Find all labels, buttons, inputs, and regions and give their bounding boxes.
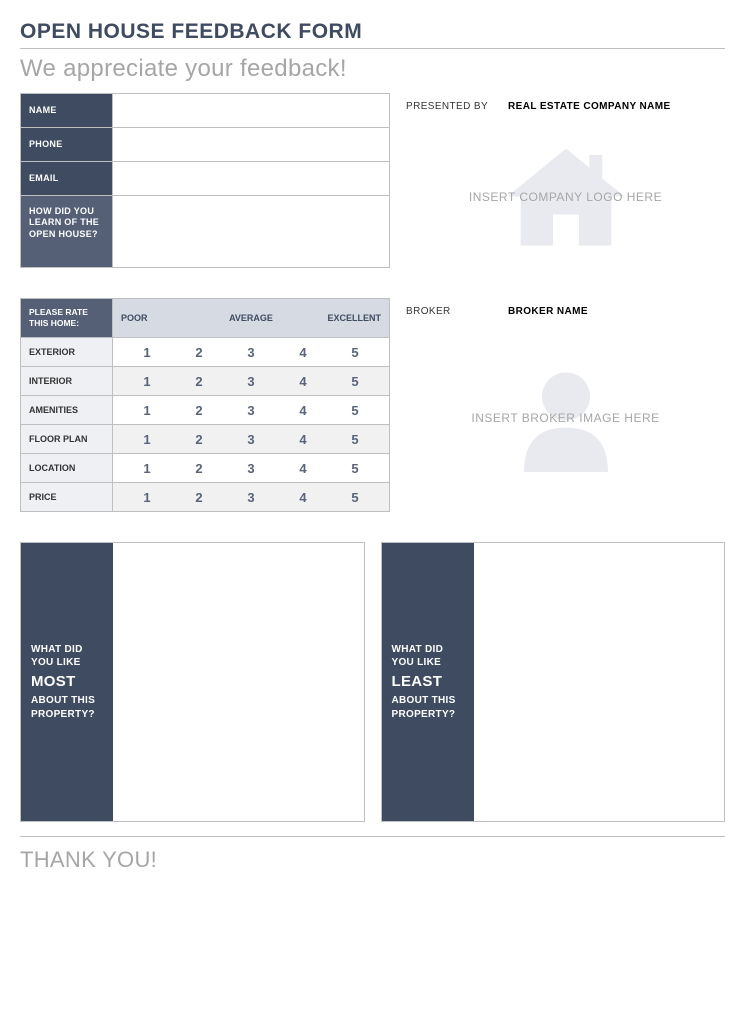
- rating-number[interactable]: 1: [121, 461, 173, 476]
- rating-number[interactable]: 1: [121, 403, 173, 418]
- least-line4: PROPERTY?: [392, 708, 464, 722]
- least-line1: WHAT DID: [392, 643, 464, 657]
- rating-number[interactable]: 2: [173, 345, 225, 360]
- scale-average: AVERAGE: [208, 313, 295, 323]
- phone-input[interactable]: [113, 128, 390, 162]
- least-liked-input[interactable]: [474, 543, 725, 821]
- how-learn-label: HOW DID YOU LEARN OF THE OPEN HOUSE?: [21, 196, 113, 268]
- rating-table: PLEASE RATE THIS HOME: POOR AVERAGE EXCE…: [20, 298, 390, 512]
- least-big: LEAST: [392, 672, 464, 692]
- name-input[interactable]: [113, 94, 390, 128]
- company-section: PRESENTED BY REAL ESTATE COMPANY NAME IN…: [406, 93, 725, 268]
- most-big: MOST: [31, 672, 103, 692]
- most-liked-input[interactable]: [113, 543, 364, 821]
- name-label: NAME: [21, 94, 113, 128]
- rating-number[interactable]: 3: [225, 403, 277, 418]
- most-line3: ABOUT THIS: [31, 694, 103, 708]
- company-logo-placeholder: INSERT COMPANY LOGO HERE: [406, 132, 725, 262]
- rating-number[interactable]: 2: [173, 490, 225, 505]
- rating-number[interactable]: 1: [121, 490, 173, 505]
- rating-number[interactable]: 3: [225, 490, 277, 505]
- email-label: EMAIL: [21, 162, 113, 196]
- rating-number[interactable]: 3: [225, 374, 277, 389]
- rating-number[interactable]: 1: [121, 345, 173, 360]
- rating-row-label: LOCATION: [21, 454, 113, 483]
- rating-number[interactable]: 5: [329, 432, 381, 447]
- rating-number[interactable]: 5: [329, 461, 381, 476]
- rating-number[interactable]: 4: [277, 490, 329, 505]
- broker-label: BROKER: [406, 306, 496, 317]
- how-learn-input[interactable]: [113, 196, 390, 268]
- rating-number[interactable]: 2: [173, 403, 225, 418]
- rating-row-label: FLOOR PLAN: [21, 425, 113, 454]
- rating-number[interactable]: 3: [225, 345, 277, 360]
- rating-number[interactable]: 2: [173, 374, 225, 389]
- rating-row-label: PRICE: [21, 483, 113, 512]
- broker-image-text: INSERT BROKER IMAGE HERE: [471, 411, 659, 425]
- least-liked-label: WHAT DID YOU LIKE LEAST ABOUT THIS PROPE…: [382, 543, 474, 821]
- rating-number[interactable]: 4: [277, 345, 329, 360]
- scale-poor: POOR: [121, 313, 208, 323]
- broker-section: BROKER BROKER NAME INSERT BROKER IMAGE H…: [406, 298, 725, 512]
- rating-row-values[interactable]: 12345: [113, 425, 390, 454]
- rating-number[interactable]: 1: [121, 374, 173, 389]
- most-liked-label: WHAT DID YOU LIKE MOST ABOUT THIS PROPER…: [21, 543, 113, 821]
- company-logo-text: INSERT COMPANY LOGO HERE: [469, 190, 662, 204]
- rating-row-values[interactable]: 12345: [113, 338, 390, 367]
- rating-row-values[interactable]: 12345: [113, 396, 390, 425]
- rating-number[interactable]: 3: [225, 461, 277, 476]
- presented-by-label: PRESENTED BY: [406, 101, 496, 112]
- broker-image-placeholder: INSERT BROKER IMAGE HERE: [406, 343, 725, 493]
- page-title: OPEN HOUSE FEEDBACK FORM: [20, 20, 725, 44]
- broker-value: BROKER NAME: [508, 306, 588, 317]
- most-line1: WHAT DID: [31, 643, 103, 657]
- rating-number[interactable]: 5: [329, 403, 381, 418]
- rating-row-label: INTERIOR: [21, 367, 113, 396]
- most-liked-box: WHAT DID YOU LIKE MOST ABOUT THIS PROPER…: [20, 542, 365, 822]
- rating-number[interactable]: 4: [277, 432, 329, 447]
- rating-row-label: EXTERIOR: [21, 338, 113, 367]
- most-line2: YOU LIKE: [31, 656, 103, 670]
- appreciate-subtitle: We appreciate your feedback!: [20, 49, 725, 93]
- rating-scale-header: POOR AVERAGE EXCELLENT: [113, 299, 390, 338]
- rating-number[interactable]: 5: [329, 345, 381, 360]
- scale-excellent: EXCELLENT: [294, 313, 381, 323]
- rating-number[interactable]: 5: [329, 490, 381, 505]
- rating-row-label: AMENITIES: [21, 396, 113, 425]
- email-input[interactable]: [113, 162, 390, 196]
- rating-row-values[interactable]: 12345: [113, 454, 390, 483]
- presented-by-value: REAL ESTATE COMPANY NAME: [508, 101, 671, 112]
- rating-number[interactable]: 4: [277, 403, 329, 418]
- rating-number[interactable]: 2: [173, 461, 225, 476]
- least-line2: YOU LIKE: [392, 656, 464, 670]
- rating-number[interactable]: 4: [277, 374, 329, 389]
- phone-label: PHONE: [21, 128, 113, 162]
- rating-number[interactable]: 3: [225, 432, 277, 447]
- rating-number[interactable]: 5: [329, 374, 381, 389]
- rating-header: PLEASE RATE THIS HOME:: [21, 299, 113, 338]
- least-liked-box: WHAT DID YOU LIKE LEAST ABOUT THIS PROPE…: [381, 542, 726, 822]
- rating-number[interactable]: 4: [277, 461, 329, 476]
- contact-section: NAME PHONE EMAIL HOW DID YOU LEARN OF TH…: [20, 93, 390, 268]
- rating-row-values[interactable]: 12345: [113, 367, 390, 396]
- rating-number[interactable]: 1: [121, 432, 173, 447]
- least-line3: ABOUT THIS: [392, 694, 464, 708]
- rating-row-values[interactable]: 12345: [113, 483, 390, 512]
- rating-number[interactable]: 2: [173, 432, 225, 447]
- most-line4: PROPERTY?: [31, 708, 103, 722]
- thank-you: THANK YOU!: [20, 837, 725, 873]
